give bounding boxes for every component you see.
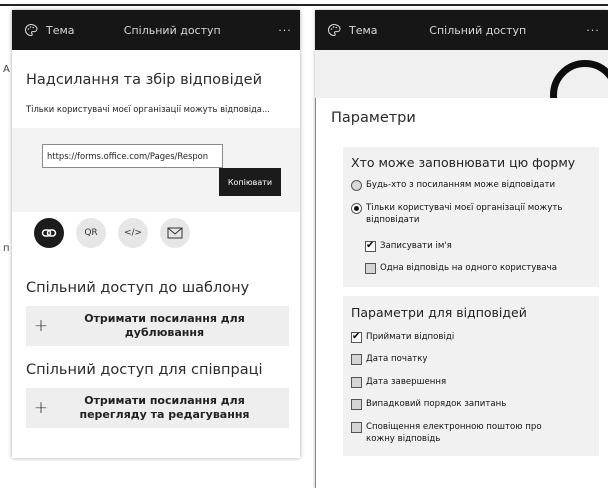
start-date-check[interactable]: Дата початку bbox=[351, 353, 428, 365]
share-method-icons: QR </> bbox=[34, 218, 190, 248]
collab-section-title: Спільний доступ для співпраці bbox=[26, 362, 263, 378]
checkbox[interactable] bbox=[351, 399, 362, 410]
one-response-check[interactable]: Одна відповідь на одного користувача bbox=[365, 262, 557, 274]
more-options-button[interactable]: ··· bbox=[578, 24, 608, 37]
get-duplicate-link-button[interactable]: + Отримати посилання для дублювання bbox=[26, 306, 289, 346]
checkbox[interactable] bbox=[351, 354, 362, 365]
qr-icon[interactable]: QR bbox=[76, 218, 106, 248]
theme-button[interactable]: Тема bbox=[46, 24, 75, 37]
radio-button[interactable] bbox=[351, 180, 362, 191]
template-section-title: Спільний доступ до шаблону bbox=[26, 280, 250, 296]
plus-icon: + bbox=[33, 398, 49, 418]
check-label: Одна відповідь на одного користувача bbox=[380, 263, 557, 273]
check-label: Сповіщення електронною поштою про кожну … bbox=[366, 422, 542, 444]
top-bar: Тема Спільний доступ ··· bbox=[315, 10, 608, 50]
copy-button[interactable]: Копіювати bbox=[219, 168, 281, 196]
get-edit-link-button[interactable]: + Отримати посилання для перегляду та ре… bbox=[26, 388, 289, 428]
check-label: Випадковий порядок запитань bbox=[366, 399, 507, 409]
option-anyone[interactable]: Будь-хто з посиланням може відповідати bbox=[351, 179, 555, 191]
stray-glyph: А bbox=[3, 64, 10, 75]
embed-icon[interactable]: </> bbox=[118, 218, 148, 248]
stray-glyph: п bbox=[3, 243, 10, 254]
who-card-title: Хто може заповнювати цю форму bbox=[351, 155, 576, 170]
accept-responses-check[interactable]: Приймати відповіді bbox=[351, 331, 454, 343]
email-notification-check[interactable]: Сповіщення електронною поштою про кожну … bbox=[351, 421, 571, 445]
shuffle-questions-check[interactable]: Випадковий порядок запитань bbox=[351, 398, 506, 410]
check-label: Дата початку bbox=[366, 354, 428, 364]
send-section-title: Надсилання та збір відповідей bbox=[26, 72, 262, 88]
option-label: Тільки користувачі моєї організації можу… bbox=[366, 203, 563, 225]
checkbox[interactable] bbox=[351, 331, 362, 343]
option-label: Будь-хто з посиланням може відповідати bbox=[366, 180, 556, 190]
top-bar: Тема Спільний доступ ··· bbox=[12, 10, 300, 50]
radio-button[interactable] bbox=[351, 203, 362, 214]
checkbox[interactable] bbox=[351, 377, 362, 388]
button-label: Отримати посилання для перегляду та реда… bbox=[79, 394, 250, 421]
check-label: Дата завершення bbox=[366, 377, 447, 387]
checkbox[interactable] bbox=[365, 263, 376, 274]
checkbox[interactable] bbox=[351, 422, 362, 433]
email-icon[interactable] bbox=[160, 218, 190, 248]
palette-icon[interactable] bbox=[327, 23, 341, 37]
link-icon[interactable] bbox=[34, 218, 64, 248]
palette-icon[interactable] bbox=[24, 23, 38, 37]
share-link-field[interactable]: https://forms.office.com/Pages/Respon bbox=[42, 144, 223, 168]
share-panel: Тема Спільний доступ ··· Надсилання та з… bbox=[12, 10, 300, 458]
share-button[interactable]: Спільний доступ bbox=[378, 24, 578, 37]
checkbox[interactable] bbox=[365, 240, 376, 252]
button-label: Отримати посилання для дублювання bbox=[84, 312, 245, 339]
settings-panel: Тема Спільний доступ ··· Параметри Хто м… bbox=[315, 10, 608, 488]
theme-button[interactable]: Тема bbox=[349, 24, 378, 37]
plus-icon: + bbox=[33, 316, 49, 336]
header-strip bbox=[315, 50, 608, 130]
check-label: Записувати ім'я bbox=[380, 241, 452, 251]
top-divider bbox=[0, 4, 608, 6]
record-name-check[interactable]: Записувати ім'я bbox=[365, 240, 452, 252]
option-org-only[interactable]: Тільки користувачі моєї організації можу… bbox=[351, 202, 591, 226]
settings-title: Параметри bbox=[331, 110, 416, 126]
send-section-subtitle: Тільки користувачі моєї організації можу… bbox=[26, 104, 270, 114]
end-date-check[interactable]: Дата завершення bbox=[351, 376, 446, 388]
more-options-button[interactable]: ··· bbox=[270, 24, 300, 37]
response-settings-card: Параметри для відповідей Приймати відпов… bbox=[343, 296, 599, 456]
share-button[interactable]: Спільний доступ bbox=[75, 24, 270, 37]
check-label: Приймати відповіді bbox=[366, 332, 455, 342]
resp-card-title: Параметри для відповідей bbox=[351, 305, 527, 320]
who-can-fill-card: Хто може заповнювати цю форму Будь-хто з… bbox=[343, 147, 599, 287]
